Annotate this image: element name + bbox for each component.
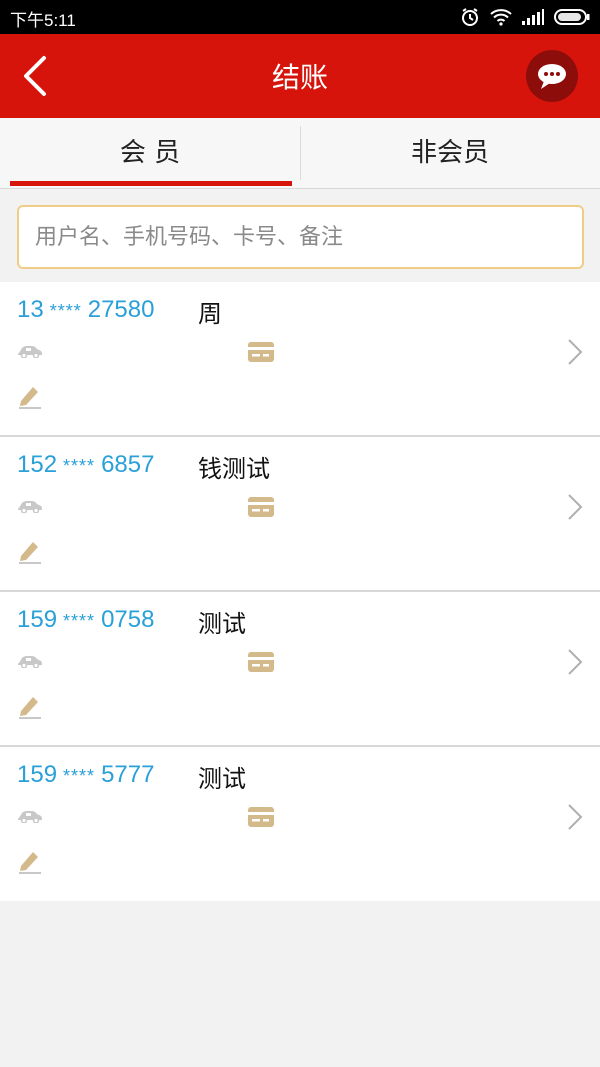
phone-suffix: 0758 [101, 606, 155, 633]
chevron-right-icon [568, 804, 583, 830]
member-list-item[interactable]: 152 **** 6857 钱测试 [0, 437, 600, 592]
phone-suffix: 27580 [87, 296, 155, 323]
car-icon [18, 501, 42, 513]
page-title: 结账 [271, 61, 328, 94]
chat-bubble-icon [538, 64, 566, 89]
battery-icon [554, 9, 590, 25]
member-card-icon [248, 342, 274, 362]
alarm-icon [462, 8, 478, 26]
edit-note-icon [19, 542, 41, 564]
top-bar: 结账 [0, 34, 600, 118]
car-icon [18, 346, 42, 358]
chevron-right-icon [568, 339, 583, 365]
member-list: 13 **** 27580 周 152 **** 6857 钱测试 159 **** 075… [0, 282, 600, 901]
chevron-right-icon [568, 649, 583, 675]
chat-button[interactable] [526, 50, 578, 102]
edit-note-icon [19, 697, 41, 719]
member-name: 测试 [198, 610, 246, 638]
edit-note-icon [19, 387, 41, 409]
member-phone: 13 **** 27580 [17, 296, 154, 324]
member-name: 钱测试 [198, 455, 270, 483]
member-card-icon [248, 652, 274, 672]
member-card-icon [248, 497, 274, 517]
car-icon [18, 656, 42, 668]
active-tab-indicator [10, 181, 292, 186]
phone-mask: **** [63, 766, 96, 786]
member-card-icon [248, 807, 274, 827]
member-phone: 152 **** 6857 [17, 451, 154, 479]
status-icons [460, 6, 590, 28]
phone-prefix: 152 [17, 451, 58, 478]
member-list-item[interactable]: 13 **** 27580 周 [0, 282, 600, 437]
status-bar: 下午5:11 [0, 0, 600, 34]
phone-prefix: 159 [17, 761, 58, 788]
member-list-item[interactable]: 159 **** 5777 测试 [0, 747, 600, 901]
member-phone: 159 **** 0758 [17, 606, 154, 634]
edit-note-icon [19, 852, 41, 874]
tab-non-member[interactable]: 非会员 [300, 118, 600, 188]
phone-suffix: 6857 [101, 451, 155, 478]
member-phone: 159 **** 5777 [17, 761, 154, 789]
phone-mask: **** [63, 611, 96, 631]
member-tabs: 会 员 非会员 [0, 118, 600, 189]
wifi-icon [490, 9, 512, 26]
phone-prefix: 159 [17, 606, 58, 633]
member-name: 周 [198, 300, 222, 328]
member-name: 测试 [198, 765, 246, 793]
chevron-right-icon [568, 494, 583, 520]
tab-member[interactable]: 会 员 [0, 118, 300, 188]
search-box [17, 205, 584, 269]
search-input[interactable] [19, 207, 582, 267]
phone-prefix: 13 [17, 296, 44, 323]
member-list-item[interactable]: 159 **** 0758 测试 [0, 592, 600, 747]
status-time: 下午5:11 [10, 11, 76, 30]
phone-mask: **** [49, 301, 82, 321]
phone-suffix: 5777 [101, 761, 155, 788]
car-icon [18, 811, 42, 823]
phone-mask: **** [63, 456, 96, 476]
signal-icon [522, 9, 544, 25]
